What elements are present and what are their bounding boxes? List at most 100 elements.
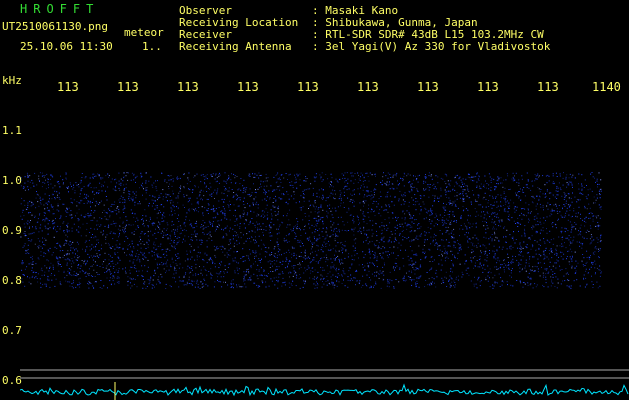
noise-pixel — [29, 181, 31, 183]
noise-pixel — [356, 253, 358, 255]
noise-pixel — [402, 257, 404, 259]
noise-pixel — [368, 270, 370, 272]
noise-pixel — [191, 236, 193, 238]
noise-pixel — [525, 262, 527, 264]
noise-pixel — [473, 285, 475, 287]
noise-pixel — [382, 232, 383, 234]
noise-pixel — [28, 227, 30, 229]
noise-pixel — [293, 191, 295, 193]
noise-pixel — [490, 182, 492, 183]
noise-pixel — [452, 263, 454, 265]
noise-pixel — [306, 268, 308, 270]
noise-pixel — [114, 248, 116, 250]
noise-pixel — [430, 208, 432, 210]
noise-pixel — [422, 252, 424, 254]
noise-pixel — [276, 280, 278, 281]
noise-pixel — [223, 180, 225, 182]
app-title: HROFFT — [20, 2, 100, 16]
noise-pixel — [109, 255, 111, 257]
noise-pixel — [148, 279, 150, 281]
noise-pixel — [480, 188, 482, 190]
noise-pixel — [573, 280, 575, 281]
noise-pixel — [564, 216, 566, 218]
noise-pixel — [213, 286, 215, 288]
noise-pixel — [447, 257, 449, 259]
noise-pixel — [486, 222, 487, 224]
noise-pixel — [129, 243, 130, 245]
noise-pixel — [194, 175, 196, 177]
noise-pixel — [327, 280, 329, 282]
noise-pixel — [397, 247, 399, 249]
noise-pixel — [154, 222, 156, 224]
noise-pixel — [539, 232, 541, 234]
noise-pixel — [508, 267, 510, 269]
noise-pixel — [369, 241, 371, 243]
noise-pixel — [90, 206, 91, 208]
noise-pixel — [450, 285, 452, 287]
noise-pixel — [454, 220, 455, 222]
noise-pixel — [68, 186, 69, 188]
noise-pixel — [75, 182, 77, 184]
noise-pixel — [597, 242, 599, 243]
noise-pixel — [445, 223, 447, 224]
noise-pixel — [291, 265, 293, 267]
noise-pixel — [77, 267, 79, 269]
noise-pixel — [512, 261, 514, 263]
noise-pixel — [194, 222, 196, 224]
noise-pixel — [555, 262, 557, 264]
noise-pixel — [170, 207, 172, 209]
noise-pixel — [342, 244, 344, 246]
noise-pixel — [210, 258, 212, 260]
noise-pixel — [110, 261, 112, 262]
noise-pixel — [466, 273, 468, 274]
noise-pixel — [173, 269, 175, 271]
noise-pixel — [400, 244, 402, 246]
noise-pixel — [412, 240, 414, 242]
noise-pixel — [416, 235, 418, 237]
noise-pixel — [116, 246, 118, 248]
noise-pixel — [340, 263, 341, 265]
noise-pixel — [374, 210, 375, 212]
noise-pixel — [354, 250, 356, 251]
noise-pixel — [389, 181, 390, 183]
noise-pixel — [242, 286, 244, 288]
noise-pixel — [402, 199, 404, 201]
noise-pixel — [540, 206, 542, 208]
noise-pixel — [67, 270, 69, 272]
noise-pixel — [432, 241, 434, 243]
noise-pixel — [446, 286, 448, 287]
noise-pixel — [399, 233, 401, 235]
noise-pixel — [69, 214, 71, 216]
noise-pixel — [488, 200, 490, 201]
noise-pixel — [304, 249, 306, 251]
noise-pixel — [21, 263, 23, 265]
noise-pixel — [127, 248, 129, 250]
noise-pixel — [285, 202, 286, 204]
noise-pixel — [78, 256, 80, 258]
noise-pixel — [519, 188, 521, 190]
noise-pixel — [522, 268, 523, 270]
noise-pixel — [257, 286, 259, 288]
noise-pixel — [543, 252, 545, 254]
noise-pixel — [387, 184, 389, 186]
noise-pixel — [374, 251, 376, 253]
noise-pixel — [430, 236, 432, 238]
noise-pixel — [419, 264, 421, 266]
noise-pixel — [475, 223, 477, 225]
noise-pixel — [411, 260, 413, 262]
noise-pixel — [470, 260, 472, 262]
noise-pixel — [354, 242, 356, 244]
noise-pixel — [211, 239, 213, 241]
noise-pixel — [197, 286, 199, 288]
noise-pixel — [444, 222, 446, 224]
noise-pixel — [65, 234, 67, 236]
noise-pixel — [135, 194, 137, 196]
noise-pixel — [305, 180, 307, 182]
noise-pixel — [297, 221, 299, 223]
noise-pixel — [288, 219, 290, 221]
noise-pixel — [223, 201, 224, 203]
noise-pixel — [138, 270, 140, 272]
noise-pixel — [457, 207, 459, 209]
noise-pixel — [265, 275, 267, 277]
noise-pixel — [541, 266, 542, 268]
